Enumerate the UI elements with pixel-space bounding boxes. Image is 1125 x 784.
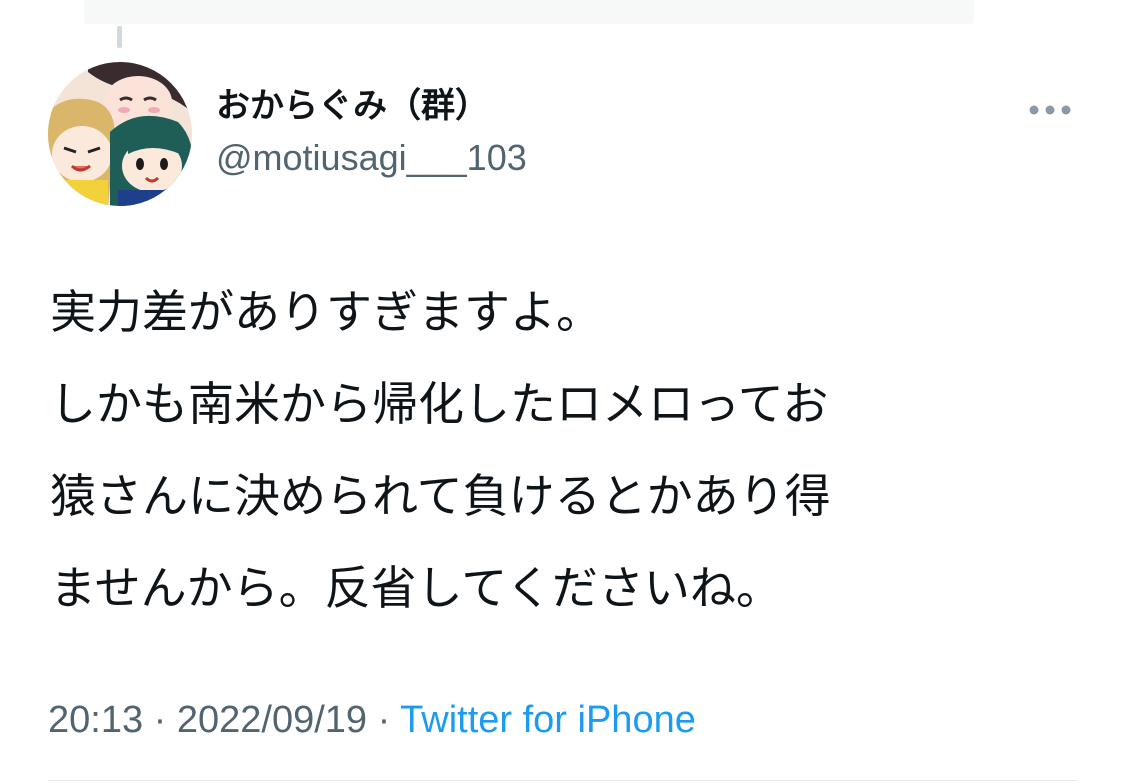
tweet-text-line: 猿さんに決められて負けるとかあり得 <box>50 469 831 523</box>
tweet-time[interactable]: 20:13 <box>48 699 143 741</box>
tweet-source-link[interactable]: Twitter for iPhone <box>400 699 696 741</box>
tweet-date[interactable]: 2022/09/19 <box>177 699 367 741</box>
divider <box>48 780 1078 781</box>
meta-separator: · <box>153 699 167 741</box>
meta-separator: · <box>377 699 391 741</box>
tweet-text-line: しかも南米から帰化したロメロってお <box>50 377 829 431</box>
tweet-text-line: 実力差がありすぎますよ。 <box>50 285 602 339</box>
tweet-text-line: ませんから。反省してくださいね。 <box>50 561 782 615</box>
author-handle[interactable]: @motiusagi___103 <box>216 134 527 182</box>
tweet-text: 実力差がありすぎますよ。 しかも南米から帰化したロメロってお 猿さんに決められて… <box>50 266 1090 634</box>
tweet-metadata: 20:13 · 2022/09/19 · Twitter for iPhone <box>48 696 696 744</box>
author-display-name[interactable]: おからぐみ（群） <box>216 84 527 128</box>
avatar-illustration-icon <box>48 62 192 206</box>
thread-connector-line <box>117 26 122 48</box>
tweet-author[interactable]: おからぐみ（群） @motiusagi___103 <box>216 84 527 182</box>
avatar[interactable] <box>48 62 192 206</box>
previous-tweet-edge <box>84 0 974 24</box>
more-options-button[interactable] <box>1024 96 1076 124</box>
more-horizontal-icon <box>1029 105 1071 115</box>
